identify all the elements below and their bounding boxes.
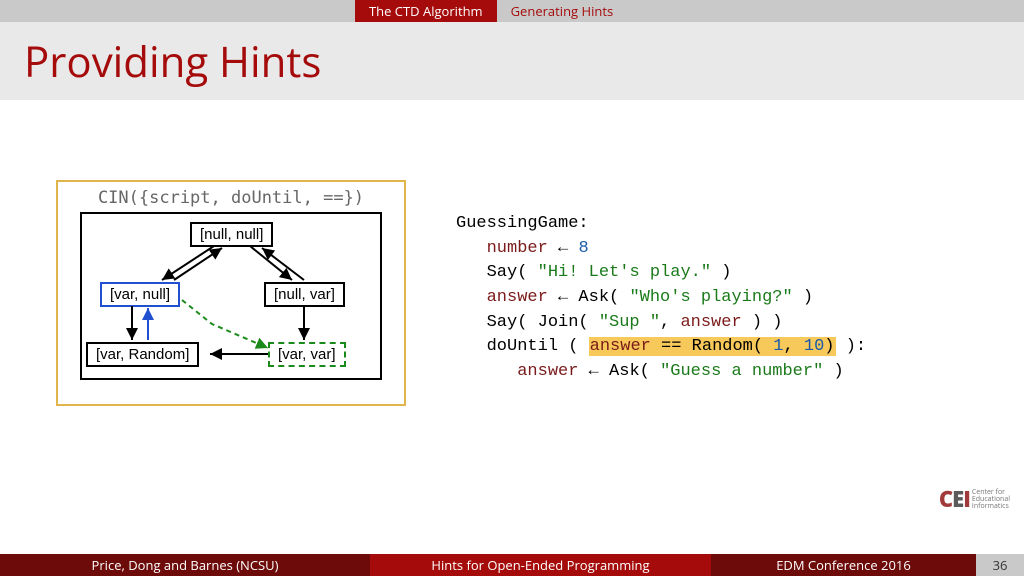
code-str: "Hi! Let's play."	[538, 263, 711, 282]
code-listing: GuessingGame: number ← 8 Say( "Hi! Let's…	[456, 212, 866, 384]
code-var: number	[487, 239, 548, 258]
breadcrumb-nav: The CTD Algorithm Generating Hints	[0, 0, 1024, 22]
logo-text: Center for Educational Informatics	[972, 489, 1010, 510]
title-band: Providing Hints	[0, 22, 1024, 100]
node-null-null: [null, null]	[190, 222, 273, 247]
node-var-random: [var, Random]	[86, 342, 199, 367]
code-var: answer	[487, 288, 548, 307]
code-str: "Sup "	[599, 313, 660, 332]
code-var: answer	[680, 313, 741, 332]
highlight-region: answer == Random( 1, 10)	[589, 337, 836, 356]
code-num: 8	[578, 239, 588, 258]
footer-title: Hints for Open-Ended Programming	[370, 554, 711, 576]
code-str: "Who's playing?"	[629, 288, 792, 307]
nav-tab-hints: Generating Hints	[497, 0, 628, 22]
node-null-var: [null, var]	[264, 282, 345, 307]
node-var-null: [var, null]	[100, 282, 180, 307]
code-str: "Guess a number"	[660, 362, 823, 381]
diagram-caption: CIN({script, doUntil, ==})	[58, 182, 404, 212]
code-var: answer	[517, 362, 578, 381]
slide-footer: Price, Dong and Barnes (NCSU) Hints for …	[0, 554, 1024, 576]
code-header: GuessingGame:	[456, 214, 589, 233]
nav-tab-algorithm: The CTD Algorithm	[355, 0, 497, 22]
logo-mark: CEI	[939, 484, 970, 514]
cei-logo: CEI Center for Educational Informatics	[939, 484, 1010, 514]
cin-diagram: CIN({script, doUntil, ==}) [null, null] …	[56, 180, 406, 406]
slide-body: CIN({script, doUntil, ==}) [null, null] …	[0, 100, 1024, 540]
diagram-graph: [null, null] [var, null] [null, var] [va…	[80, 212, 382, 380]
page-title: Providing Hints	[24, 33, 321, 90]
node-var-var: [var, var]	[268, 342, 346, 367]
footer-conference: EDM Conference 2016	[711, 554, 976, 576]
footer-authors: Price, Dong and Barnes (NCSU)	[0, 554, 370, 576]
footer-page-number: 36	[976, 554, 1024, 576]
